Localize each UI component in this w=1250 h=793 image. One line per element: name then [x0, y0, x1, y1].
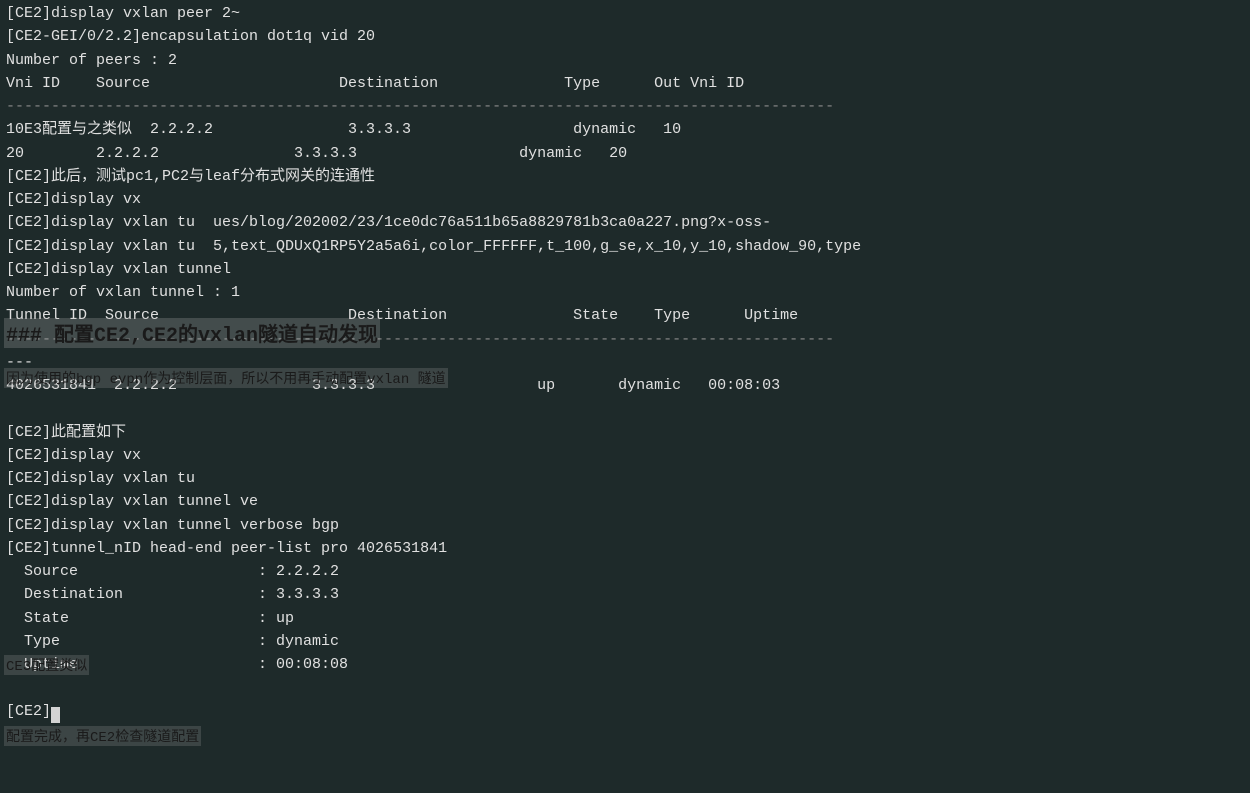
terminal-window: [CE2]display vxlan peer 2~ [CE2-GEI/0/2.…	[0, 0, 1250, 793]
terminal-line: Source : 2.2.2.2	[6, 560, 1244, 583]
terminal-line: [CE2]display vx	[6, 444, 1244, 467]
terminal-line: Uptime : 00:08:08	[6, 653, 1244, 676]
terminal-line: 10E3配置与之类似 2.2.2.2 3.3.3.3 dynamic 10	[6, 118, 1244, 141]
terminal-line: 20 2.2.2.2 3.3.3.3 dynamic 20	[6, 142, 1244, 165]
terminal-line: [CE2]display vxlan tunnel ve	[6, 490, 1244, 513]
terminal-line: [CE2]display vxlan tu ues/blog/202002/23…	[6, 211, 1244, 234]
terminal-line	[6, 676, 1244, 699]
terminal-line: [CE2]display vxlan peer 2~	[6, 2, 1244, 25]
terminal-line: Destination : 3.3.3.3	[6, 583, 1244, 606]
terminal-line: [CE2]display vxlan tu	[6, 467, 1244, 490]
terminal-content: [CE2]display vxlan peer 2~ [CE2-GEI/0/2.…	[0, 0, 1250, 725]
terminal-line: [CE2]display vxlan tu 5,text_QDUxQ1RP5Y2…	[6, 235, 1244, 258]
terminal-line: [CE2]此后，测试pc1,PC2与leaf分布式网关的连通性	[6, 165, 1244, 188]
terminal-prompt[interactable]: [CE2]	[6, 700, 1244, 723]
terminal-line: [CE2]tunnel_nID head-end peer-list pro 4…	[6, 537, 1244, 560]
terminal-line: Number of peers : 2	[6, 49, 1244, 72]
terminal-line: 4026531841 2.2.2.2 3.3.3.3 up dynamic 00…	[6, 374, 1244, 397]
annotation-check-tunnel: 配置完成，再CE2检查隧道配置	[4, 726, 201, 746]
terminal-separator: ----------------------------------------…	[6, 328, 1244, 351]
terminal-separator: ----------------------------------------…	[6, 95, 1244, 118]
terminal-line: [CE2]此配置如下	[6, 421, 1244, 444]
terminal-line: Type : dynamic	[6, 630, 1244, 653]
terminal-line: ---	[6, 351, 1244, 374]
terminal-line	[6, 397, 1244, 420]
terminal-line: Vni ID Source Destination Type Out Vni I…	[6, 72, 1244, 95]
terminal-line: [CE2]display vxlan tunnel	[6, 258, 1244, 281]
terminal-line: [CE2-GEI/0/2.2]encapsulation dot1q vid 2…	[6, 25, 1244, 48]
terminal-line: [CE2]display vxlan tunnel verbose bgp	[6, 514, 1244, 537]
terminal-header-line: Tunnel ID Source Destination State Type …	[6, 304, 1244, 327]
terminal-line: [CE2]display vx	[6, 188, 1244, 211]
terminal-line: Number of vxlan tunnel : 1	[6, 281, 1244, 304]
terminal-line: State : up	[6, 607, 1244, 630]
